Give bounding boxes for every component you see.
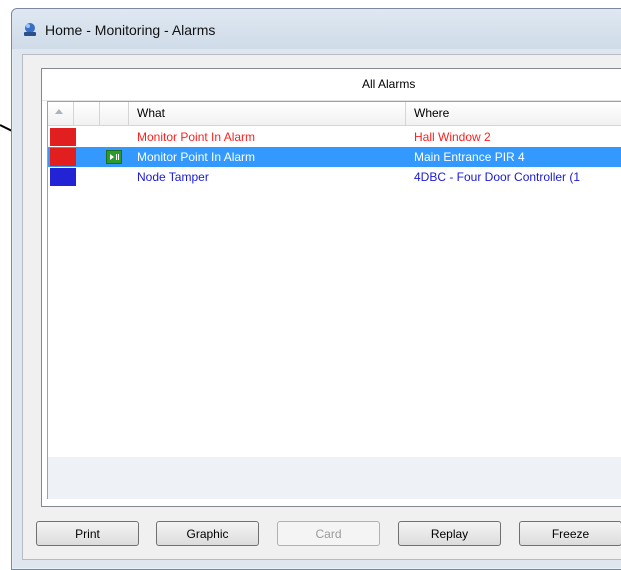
print-button[interactable]: Print <box>36 521 139 546</box>
card-button: Card <box>277 521 380 546</box>
column-header-where[interactable]: Where <box>406 102 621 125</box>
sort-ascending-icon <box>55 109 63 114</box>
alarm-grid[interactable]: What Where Monitor Point In Alarm Hall W… <box>47 101 621 458</box>
cell-where: Hall Window 2 <box>414 130 491 144</box>
cell-what: Monitor Point In Alarm <box>137 150 256 164</box>
priority-swatch <box>50 148 76 166</box>
freeze-button[interactable]: Freeze <box>519 521 621 546</box>
alarms-panel: All Alarms What Where Monitor Point In A… <box>41 68 621 507</box>
column-header-what[interactable]: What <box>129 102 406 125</box>
replay-icon[interactable] <box>106 150 122 164</box>
table-row-selected[interactable]: Monitor Point In Alarm Main Entrance PIR… <box>48 147 621 167</box>
priority-column-header[interactable] <box>74 102 100 125</box>
icon-column-header[interactable] <box>100 102 129 125</box>
panel-title: All Alarms <box>42 69 621 101</box>
graphic-button[interactable]: Graphic <box>156 521 259 546</box>
window-client: All Alarms What Where Monitor Point In A… <box>22 54 621 560</box>
cell-where: 4DBC - Four Door Controller (1 <box>414 170 581 184</box>
replay-button[interactable]: Replay <box>398 521 501 546</box>
priority-swatch <box>50 168 76 186</box>
priority-swatch <box>50 128 76 146</box>
table-row[interactable]: Monitor Point In Alarm Hall Window 2 <box>48 127 621 147</box>
sort-column-header[interactable] <box>48 102 74 125</box>
title-bar: Home - Monitoring - Alarms <box>12 9 621 49</box>
window-title: Home - Monitoring - Alarms <box>45 22 216 38</box>
grid-header: What Where <box>48 102 621 126</box>
app-globe-icon <box>24 23 36 36</box>
table-row[interactable]: Node Tamper 4DBC - Four Door Controller … <box>48 167 621 187</box>
cell-where: Main Entrance PIR 4 <box>414 150 525 164</box>
cell-what: Node Tamper <box>137 170 209 184</box>
cell-what: Monitor Point In Alarm <box>137 130 256 144</box>
grid-footer <box>47 457 621 499</box>
alarms-window: Home - Monitoring - Alarms All Alarms Wh… <box>11 8 621 570</box>
